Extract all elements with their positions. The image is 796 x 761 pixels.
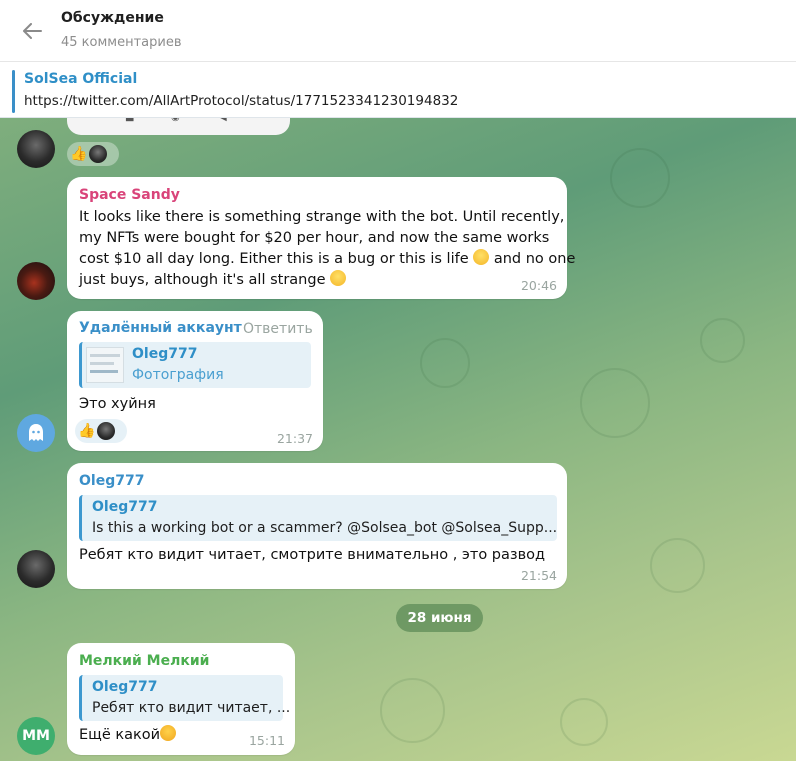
message-text-content: Ещё какой [79, 727, 161, 743]
reply-quote[interactable]: Oleg777 Ребят кто видит читает, ... [79, 675, 290, 721]
reply-quote[interactable]: Oleg777 Фотография [79, 342, 311, 388]
reaction-thumbs-up[interactable]: 👍 [75, 419, 127, 443]
quote-text: Ребят кто видит читает, ... [92, 700, 291, 716]
message-time: 21:54 [520, 568, 557, 583]
avatar[interactable] [17, 414, 55, 452]
smiling-face-emoji-icon [473, 249, 490, 265]
background-doodle [700, 318, 745, 363]
message-bubble[interactable]: Space Sandy It looks like there is somet… [67, 177, 575, 299]
message-text: Ещё какой [79, 725, 177, 746]
message-time: 15:11 [248, 733, 285, 748]
message-bubble[interactable]: Мелкий Мелкий Oleg777 Ребят кто видит чи… [67, 643, 295, 755]
previous-message-card: ■ ◉ ◀ [67, 118, 290, 135]
ghost-icon [29, 424, 43, 441]
sender-name[interactable]: Oleg777 [79, 473, 144, 489]
message-text: Ребят кто видит читает, смотрите внимате… [79, 547, 546, 563]
avatar[interactable]: ММ [17, 717, 55, 755]
triangle-icon: ◀ [219, 118, 227, 123]
chat-header: Обсуждение 45 комментариев [0, 0, 796, 62]
background-doodle [380, 678, 445, 743]
circle-icon: ◉ [171, 118, 180, 123]
sender-name[interactable]: Удалённый аккаунт [79, 320, 242, 336]
thumbs-up-icon: 👍 [78, 423, 96, 439]
back-arrow-icon [23, 23, 42, 39]
message-time: 20:46 [520, 278, 557, 293]
quote-text: Is this a working bot or a scammer? @Sol… [92, 520, 558, 536]
message-time: 21:37 [276, 431, 313, 446]
avatar[interactable] [17, 550, 55, 588]
quote-media-type: Фотография [132, 367, 224, 383]
message-line-suffix: and no one [493, 251, 576, 267]
message-text: Это хуйня [79, 396, 156, 412]
avatar[interactable] [17, 130, 55, 168]
chat-area[interactable]: ■ ◉ ◀ 👍 Space Sandy It looks like there … [0, 118, 796, 761]
back-button[interactable] [14, 16, 50, 46]
message-line: cost $10 all day long. Either this is a … [79, 249, 575, 270]
reply-quote[interactable]: Oleg777 Is this a working bot or a scamm… [79, 495, 557, 541]
upside-down-face-emoji-icon [330, 270, 347, 286]
avatar[interactable] [17, 262, 55, 300]
pinned-channel-name: SolSea Official [24, 71, 138, 87]
pinned-message[interactable]: SolSea Official https://twitter.com/AllA… [0, 63, 796, 118]
quote-sender: Oleg777 [92, 499, 158, 515]
message-line: It looks like there is something strange… [79, 209, 565, 225]
reactor-avatar [89, 145, 108, 163]
background-doodle [650, 538, 705, 593]
sender-name[interactable]: Space Sandy [79, 187, 180, 203]
quote-sender: Oleg777 [132, 346, 198, 362]
thumbs-up-icon: 👍 [70, 146, 88, 162]
message-line: my NFTs were bought for $20 per hour, an… [79, 230, 550, 246]
background-doodle [580, 368, 650, 438]
photo-thumbnail [86, 347, 124, 383]
pinned-link[interactable]: https://twitter.com/AllArtProtocol/statu… [24, 93, 458, 109]
message-line: just buys, although it's all strange [79, 270, 347, 291]
message-line-text: just buys, although it's all strange [79, 272, 326, 288]
reply-button[interactable]: Ответить [243, 321, 313, 337]
comment-count: 45 комментариев [61, 35, 182, 50]
background-doodle [610, 148, 670, 208]
message-bubble[interactable]: Удалённый аккаунт Ответить Oleg777 Фотог… [67, 311, 323, 451]
page-title: Обсуждение [61, 10, 164, 26]
square-icon: ■ [125, 118, 134, 123]
message-line-text: cost $10 all day long. Either this is a … [79, 251, 469, 267]
pinned-accent-bar [12, 70, 15, 113]
background-doodle [420, 338, 470, 388]
background-doodle [560, 698, 608, 746]
reactor-avatar [97, 422, 116, 440]
quote-sender: Oleg777 [92, 679, 158, 695]
laughing-emoji-icon [160, 725, 177, 741]
date-separator: 28 июня [396, 604, 483, 632]
reaction-thumbs-up[interactable]: 👍 [67, 142, 119, 166]
sender-name[interactable]: Мелкий Мелкий [79, 653, 209, 669]
message-bubble[interactable]: Oleg777 Oleg777 Is this a working bot or… [67, 463, 567, 589]
